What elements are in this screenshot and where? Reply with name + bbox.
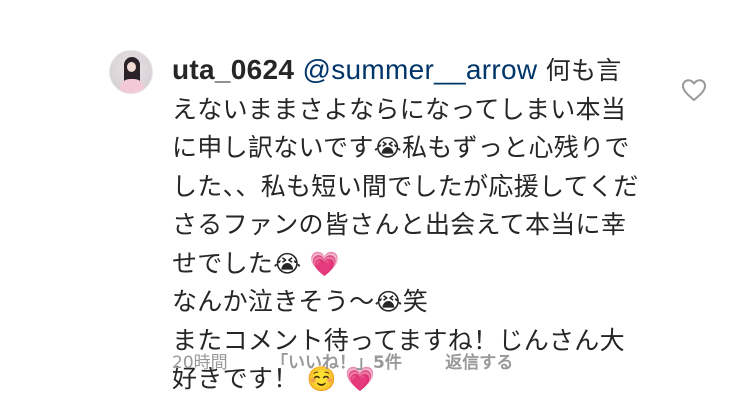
- reply-button[interactable]: 返信する: [445, 353, 513, 373]
- comment-paragraph-1: uta_0624 @summer__arrow 何も言えないままさよならになって…: [172, 51, 642, 283]
- avatar-dress: [120, 79, 144, 93]
- comment-item: uta_0624 @summer__arrow 何も言えないままさよならになって…: [0, 0, 750, 412]
- username-link[interactable]: uta_0624: [172, 54, 294, 85]
- comment-line2-text: なんか泣きそう〜: [172, 287, 375, 316]
- comment-line2-suffix: 笑: [402, 287, 429, 316]
- pink-heart-emoji: 💗: [309, 249, 340, 278]
- timestamp: 20時間: [172, 353, 228, 373]
- crying-emoji: 😭: [374, 288, 403, 316]
- comment-paragraph-2: なんか泣きそう〜😭笑: [172, 283, 642, 322]
- avatar[interactable]: [109, 50, 153, 94]
- comment-body: uta_0624 @summer__arrow 何も言えないままさよならになって…: [172, 51, 642, 399]
- avatar-face: [127, 62, 136, 72]
- crying-emoji: 😭: [373, 134, 402, 162]
- mention-link[interactable]: @summer__arrow: [303, 54, 538, 85]
- comment-meta: 20時間 「いいね！」5件 返信する: [172, 348, 551, 373]
- heart-outline-icon[interactable]: [681, 78, 707, 102]
- likes-count-button[interactable]: 「いいね！」5件: [271, 353, 402, 373]
- crying-emoji: 😭: [273, 249, 302, 278]
